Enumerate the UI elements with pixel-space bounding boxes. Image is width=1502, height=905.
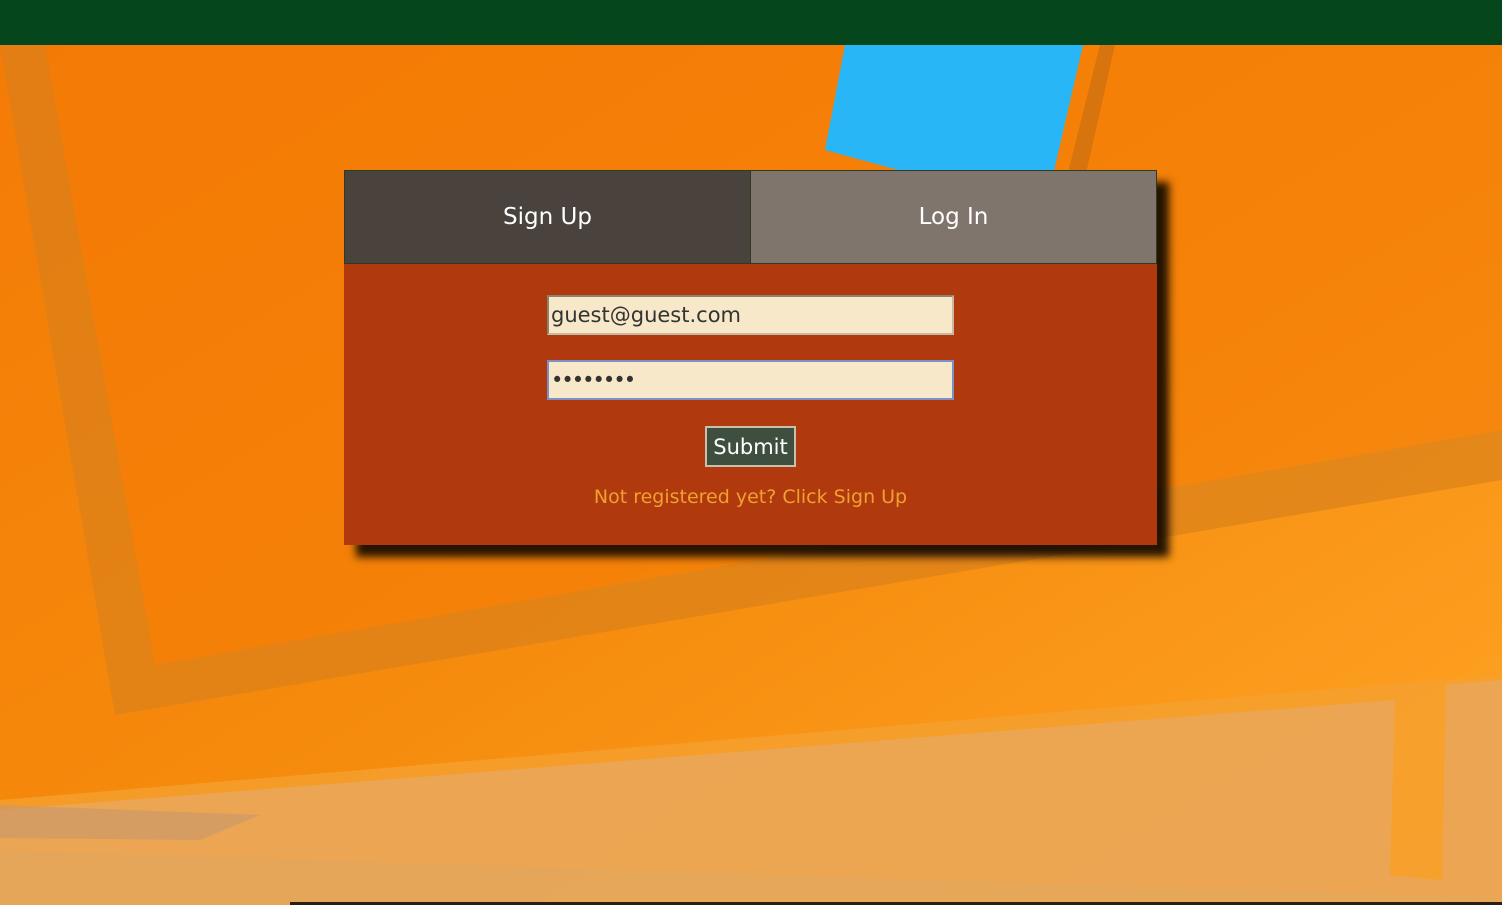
signup-link[interactable]: Not registered yet? Click Sign Up bbox=[344, 486, 1157, 508]
email-field[interactable] bbox=[547, 295, 954, 335]
tab-sign-up-label: Sign Up bbox=[503, 204, 592, 230]
login-form: Submit Not registered yet? Click Sign Up bbox=[344, 264, 1157, 545]
auth-tabs: Sign Up Log In bbox=[344, 170, 1157, 264]
tab-log-in[interactable]: Log In bbox=[751, 170, 1157, 264]
password-field[interactable] bbox=[547, 360, 954, 400]
submit-button[interactable]: Submit bbox=[705, 426, 796, 467]
tab-log-in-label: Log In bbox=[918, 204, 989, 230]
auth-card: Sign Up Log In Submit Not registered yet… bbox=[344, 170, 1157, 545]
top-bar bbox=[0, 0, 1502, 45]
tab-sign-up[interactable]: Sign Up bbox=[344, 170, 751, 264]
